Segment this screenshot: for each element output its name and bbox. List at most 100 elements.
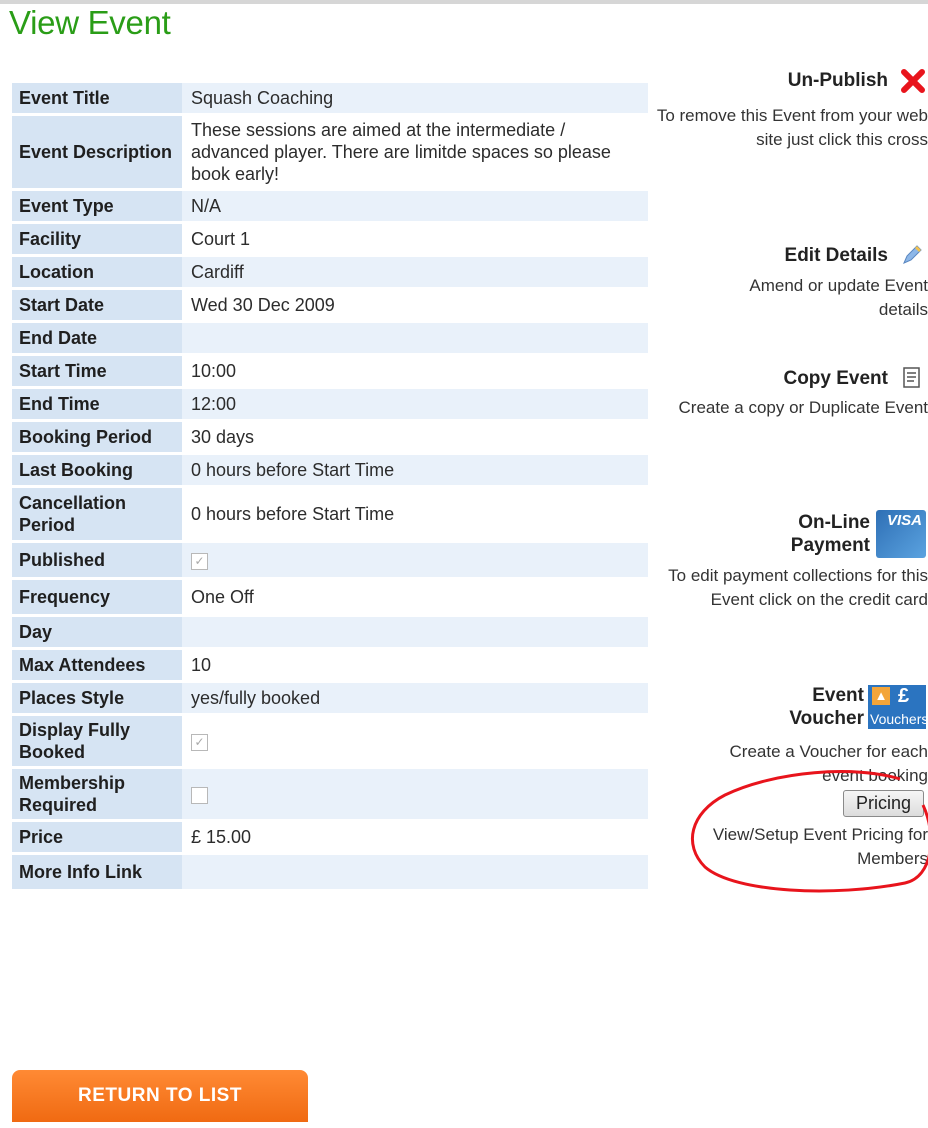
voucher-badge-label: Vouchers: [870, 711, 928, 727]
edit-header: Edit Details: [638, 238, 928, 274]
card-brand-label: VISA: [886, 512, 922, 529]
field-label: Event Type: [12, 191, 182, 221]
table-row: Places Style yes/fully booked: [12, 683, 648, 713]
unpublish-title: Un-Publish: [787, 70, 888, 91]
field-value: [182, 617, 648, 647]
payment-header: On-Line Payment VISA: [638, 510, 928, 558]
field-value: 0 hours before Start Time: [182, 488, 648, 540]
table-row: Membership Required: [12, 769, 648, 819]
field-value: yes/fully booked: [182, 683, 648, 713]
field-checkbox-cell: [182, 769, 648, 819]
table-row: Start Date Wed 30 Dec 2009: [12, 290, 648, 320]
table-row: Price £ 15.00: [12, 822, 648, 852]
red-cross-icon[interactable]: [900, 68, 926, 94]
field-label: Start Time: [12, 356, 182, 386]
payment-section: On-Line Payment VISA To edit payment col…: [638, 510, 928, 612]
field-value: N/A: [182, 191, 648, 221]
field-value: 12:00: [182, 389, 648, 419]
field-value: Wed 30 Dec 2009: [182, 290, 648, 320]
field-label: Max Attendees: [12, 650, 182, 680]
unpublish-section: Un-Publish To remove this Event from you…: [638, 64, 928, 152]
payment-title: On-Line Payment: [790, 512, 870, 556]
field-label: End Date: [12, 323, 182, 353]
voucher-desc: Create a Voucher for each event booking: [729, 742, 928, 785]
field-label: Membership Required: [12, 769, 182, 819]
table-row: More Info Link: [12, 855, 648, 889]
edit-title[interactable]: Edit Details: [785, 245, 888, 266]
payment-desc: To edit payment collections for this Eve…: [668, 566, 928, 609]
table-row: End Date: [12, 323, 648, 353]
field-label: Location: [12, 257, 182, 287]
field-label: End Time: [12, 389, 182, 419]
unpublish-desc: To remove this Event from your web site …: [656, 106, 928, 149]
field-value: Court 1: [182, 224, 648, 254]
table-row: Cancellation Period 0 hours before Start …: [12, 488, 648, 540]
table-row: Day: [12, 617, 648, 647]
field-value: One Off: [182, 580, 648, 614]
voucher-header: Event Voucher ▲ £ Vouchers: [638, 684, 928, 730]
field-value: £ 15.00: [182, 822, 648, 852]
table-row: Display Fully Booked ✓: [12, 716, 648, 766]
field-value: 0 hours before Start Time: [182, 455, 648, 485]
checkbox[interactable]: ✓: [191, 733, 208, 751]
field-checkbox-cell: ✓: [182, 543, 648, 577]
table-row: Event Type N/A: [12, 191, 648, 221]
copy-title[interactable]: Copy Event: [783, 368, 888, 389]
return-to-list-button[interactable]: RETURN TO LIST: [12, 1070, 308, 1122]
field-value: [182, 323, 648, 353]
field-label: Facility: [12, 224, 182, 254]
field-label: Event Description: [12, 116, 182, 188]
field-label: Places Style: [12, 683, 182, 713]
field-label: Last Booking: [12, 455, 182, 485]
field-checkbox-cell: ✓: [182, 716, 648, 766]
pricing-button[interactable]: Pricing: [842, 790, 924, 817]
field-label: Display Fully Booked: [12, 716, 182, 766]
checkbox[interactable]: ✓: [191, 552, 208, 570]
table-row: Published ✓: [12, 543, 648, 577]
table-row: Frequency One Off: [12, 580, 648, 614]
table-row: Start Time 10:00: [12, 356, 648, 386]
document-icon[interactable]: [902, 367, 922, 389]
field-value: 10: [182, 650, 648, 680]
pricing-desc: View/Setup Event Pricing for Members: [712, 825, 928, 868]
table-row: Booking Period 30 days: [12, 422, 648, 452]
field-value: Cardiff: [182, 257, 648, 287]
field-value: 30 days: [182, 422, 648, 452]
edit-desc: Amend or update Event details: [749, 276, 928, 319]
voucher-section: Event Voucher ▲ £ Vouchers Create a Vouc…: [638, 684, 928, 788]
field-label: Event Title: [12, 83, 182, 113]
page-title: View Event: [9, 4, 171, 41]
unpublish-header: Un-Publish: [638, 64, 928, 98]
table-row: Location Cardiff: [12, 257, 648, 287]
field-label: More Info Link: [12, 855, 182, 889]
table-row: Event Title Squash Coaching: [12, 83, 648, 113]
table-row: Facility Court 1: [12, 224, 648, 254]
voucher-title: Event Voucher: [789, 685, 864, 729]
field-label: Published: [12, 543, 182, 577]
copy-section: Copy Event Create a copy or Duplicate Ev…: [638, 362, 928, 420]
table-row: End Time 12:00: [12, 389, 648, 419]
field-label: Start Date: [12, 290, 182, 320]
field-label: Price: [12, 822, 182, 852]
table-row: Max Attendees 10: [12, 650, 648, 680]
field-label: Frequency: [12, 580, 182, 614]
field-value: These sessions are aimed at the intermed…: [182, 116, 648, 188]
field-label: Day: [12, 617, 182, 647]
pricing-header: Pricing: [638, 790, 928, 817]
pricing-section: Pricing View/Setup Event Pricing for Mem…: [638, 790, 928, 871]
field-value: Squash Coaching: [182, 83, 648, 113]
field-label: Cancellation Period: [12, 488, 182, 540]
voucher-icon[interactable]: ▲ £ Vouchers: [868, 685, 928, 729]
field-label: Booking Period: [12, 422, 182, 452]
field-value: [182, 855, 648, 889]
event-details-table: Event Title Squash Coaching Event Descript…: [12, 80, 648, 892]
credit-card-icon[interactable]: VISA: [876, 510, 926, 558]
field-value: 10:00: [182, 356, 648, 386]
copy-header: Copy Event: [638, 362, 928, 396]
edit-section: Edit Details Amend or update Event detai…: [638, 238, 928, 322]
checkbox[interactable]: [191, 786, 208, 804]
pound-symbol: £: [898, 685, 910, 707]
table-row: Last Booking 0 hours before Start Time: [12, 455, 648, 485]
copy-desc: Create a copy or Duplicate Event: [678, 398, 928, 417]
pencil-icon[interactable]: [900, 243, 924, 267]
